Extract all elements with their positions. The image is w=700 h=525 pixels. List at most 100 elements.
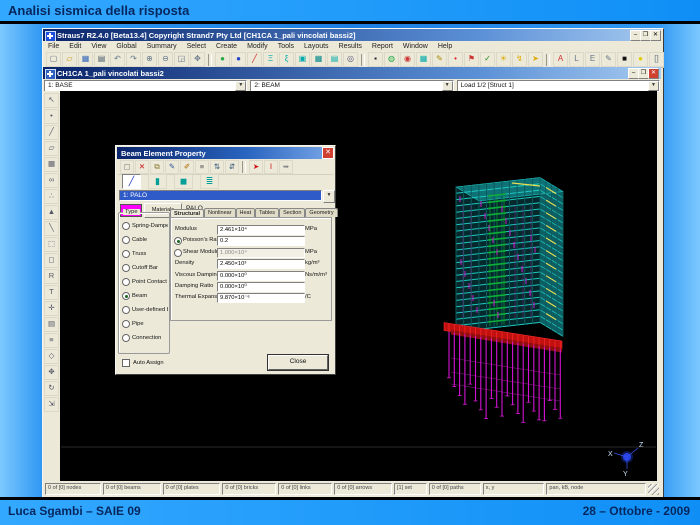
grid-tool-icon[interactable]: ▤ xyxy=(327,52,342,67)
scale-icon[interactable]: ⇲ xyxy=(44,397,59,412)
radio-icon[interactable] xyxy=(122,250,130,258)
dialog-close-button[interactable]: Close xyxy=(268,355,328,370)
field-input[interactable]: 0.000×10⁰ xyxy=(217,282,305,292)
delete-property-icon[interactable]: ✕ xyxy=(135,160,149,174)
field-input[interactable]: 0.2 xyxy=(217,236,305,246)
menu-select[interactable]: Select xyxy=(182,43,211,50)
plate-icon[interactable]: ▱ xyxy=(44,141,59,156)
face-icon[interactable]: ▲ xyxy=(44,205,59,220)
type-option-user-defined-beam[interactable]: User-defined beam xyxy=(122,306,168,314)
save-icon[interactable]: ▦ xyxy=(78,52,93,67)
type-option-beam[interactable]: Beam xyxy=(122,292,168,300)
ibeam-icon[interactable]: Ⅰ xyxy=(264,160,278,174)
field-radio-icon[interactable] xyxy=(174,237,182,245)
menu-create[interactable]: Create xyxy=(211,43,242,50)
layers-icon[interactable]: ≡ xyxy=(44,333,59,348)
brackets-icon[interactable]: [] xyxy=(649,52,664,67)
tab-nonlinear[interactable]: Nonlinear xyxy=(204,208,236,217)
arrow-yellow-icon[interactable]: ➤ xyxy=(528,52,543,67)
radio-icon[interactable] xyxy=(122,264,130,272)
magnifier-icon[interactable]: ◎ xyxy=(343,52,358,67)
menu-help[interactable]: Help xyxy=(433,43,457,50)
flag-icon[interactable]: ⚑ xyxy=(464,52,479,67)
letter-a-icon[interactable]: A xyxy=(553,52,568,67)
radio-icon[interactable] xyxy=(122,292,130,300)
select-all-icon[interactable]: ▣ xyxy=(295,52,310,67)
radio-icon[interactable] xyxy=(122,306,130,314)
auto-assign-checkbox[interactable] xyxy=(122,359,130,367)
radio-icon[interactable] xyxy=(122,222,130,230)
move-icon[interactable]: ✥ xyxy=(44,365,59,380)
dialog-title-bar[interactable]: Beam Element Property xyxy=(117,147,334,159)
edit-property-icon[interactable]: ✎ xyxy=(165,160,179,174)
axes-icon[interactable]: ✛ xyxy=(44,301,59,316)
tag-icon[interactable]: ◇ xyxy=(44,349,59,364)
auto-assign-check[interactable]: Auto Assign xyxy=(122,359,164,367)
node-icon[interactable]: • xyxy=(44,109,59,124)
check-icon[interactable]: ✓ xyxy=(480,52,495,67)
hide-icon[interactable]: ▪ xyxy=(368,52,383,67)
chevron-down-icon[interactable]: ▼ xyxy=(442,81,453,91)
assign-icon[interactable]: ➥ xyxy=(279,160,293,174)
radio-icon[interactable] xyxy=(122,278,130,286)
marker-red-icon[interactable]: • xyxy=(448,52,463,67)
increment-icon[interactable]: ➤ xyxy=(249,160,263,174)
grid-icon[interactable]: ▤ xyxy=(44,317,59,332)
zoom-out-icon[interactable]: ⊖ xyxy=(158,52,173,67)
field-input[interactable]: 2.461×10⁴ xyxy=(217,225,305,235)
model-window-title-bar[interactable]: CH1CA 1_pali vincolati bassi2 xyxy=(43,67,661,79)
type-option-pipe[interactable]: Pipe xyxy=(122,320,168,328)
letter-e-icon[interactable]: E xyxy=(585,52,600,67)
dialog-close-icon[interactable]: ✕ xyxy=(322,147,334,159)
menu-results[interactable]: Results xyxy=(334,43,367,50)
type-option-cable[interactable]: Cable xyxy=(122,236,168,244)
menu-tools[interactable]: Tools xyxy=(273,43,299,50)
zoom-box-icon[interactable]: ◲ xyxy=(174,52,189,67)
type-option-cutoff-bar[interactable]: Cutoff Bar xyxy=(122,264,168,272)
menu-modify[interactable]: Modify xyxy=(242,43,273,50)
type-option-spring-damper[interactable]: Spring-Damper xyxy=(122,222,168,230)
field-input[interactable]: 9.870×10⁻⁶ xyxy=(217,293,305,303)
bulb-icon[interactable]: ☀ xyxy=(496,52,511,67)
child-close-button[interactable]: ✕ xyxy=(648,68,659,79)
tab-tables[interactable]: Tables xyxy=(255,208,279,217)
type-option-point-contact[interactable]: Point Contact xyxy=(122,278,168,286)
app-title-bar[interactable]: Straus7 R2.4.0 [Beta13.4] Copyright Stra… xyxy=(43,29,661,41)
link-icon[interactable]: ∞ xyxy=(44,173,59,188)
copy-property-icon[interactable]: ⧉ xyxy=(150,160,164,174)
close-button[interactable]: ✕ xyxy=(650,30,661,41)
undo-icon[interactable]: ↶ xyxy=(110,52,125,67)
tab-heat[interactable]: Heat xyxy=(236,208,256,217)
rename-property-icon[interactable]: ✐ xyxy=(180,160,194,174)
letter-t-icon[interactable]: T xyxy=(44,285,59,300)
circle-yellow-icon[interactable]: ● xyxy=(633,52,648,67)
entity-snap-icon[interactable]: ξ xyxy=(279,52,294,67)
menu-view[interactable]: View xyxy=(86,43,111,50)
menu-global[interactable]: Global xyxy=(111,43,141,50)
menu-window[interactable]: Window xyxy=(398,43,433,50)
edge-icon[interactable]: ╲ xyxy=(44,221,59,236)
open-icon[interactable]: ▱ xyxy=(62,52,77,67)
property-combo-arrow-icon[interactable]: ▼ xyxy=(323,190,335,203)
plate-element-icon[interactable]: ▮ xyxy=(148,174,167,189)
laminate-element-icon[interactable]: ≣ xyxy=(200,174,219,189)
sort-down-icon[interactable]: ⇵ xyxy=(225,160,239,174)
field-input[interactable]: 0.000×10⁰ xyxy=(217,271,305,281)
new-icon[interactable]: ▢ xyxy=(46,52,61,67)
field-radio-icon[interactable] xyxy=(174,249,182,257)
field-input[interactable]: 2.450×10³ xyxy=(217,259,305,269)
brick-element-icon[interactable]: ◼ xyxy=(174,174,193,189)
beam-draw-icon[interactable]: ╱ xyxy=(247,52,262,67)
edit-pen-icon[interactable]: ✎ xyxy=(432,52,447,67)
pan-icon[interactable]: ✥ xyxy=(190,52,205,67)
equalize-icon[interactable]: ≡ xyxy=(195,160,209,174)
zoom-in-icon[interactable]: ⊕ xyxy=(142,52,157,67)
radio-icon[interactable] xyxy=(122,320,130,328)
pointer-icon[interactable]: ↖ xyxy=(44,93,59,108)
menu-file[interactable]: File xyxy=(43,43,64,50)
chevron-down-icon[interactable]: ▼ xyxy=(648,81,659,91)
radio-icon[interactable] xyxy=(122,334,130,342)
sphere-blue-icon[interactable]: ● xyxy=(231,52,246,67)
new-property-icon[interactable]: ▢ xyxy=(120,160,134,174)
property-select-combo[interactable]: 1: PALO xyxy=(119,190,322,201)
